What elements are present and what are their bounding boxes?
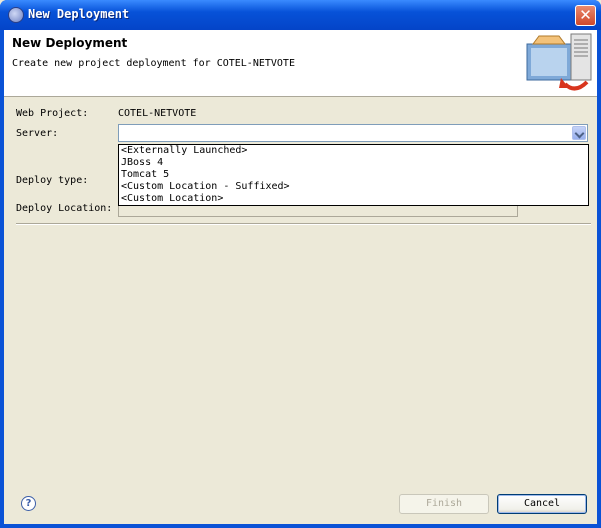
eclipse-icon [8,7,24,23]
close-button[interactable]: ✕ [575,5,596,26]
deploy-location-label: Deploy Location: [16,203,113,214]
server-option[interactable]: <Externally Launched> [119,145,588,157]
cancel-button[interactable]: Cancel [497,494,587,514]
server-dropdown-list: <Externally Launched> JBoss 4 Tomcat 5 <… [118,144,589,206]
server-label: Server: [16,128,59,139]
banner-title: New Deployment [12,36,128,50]
server-option[interactable]: <Custom Location - Suffixed> [119,181,588,193]
finish-button[interactable]: Finish [399,494,489,514]
server-option[interactable]: Tomcat 5 [119,169,588,181]
chevron-down-icon[interactable] [572,126,586,140]
web-project-value: COTEL-NETVOTE [118,108,197,119]
help-icon[interactable]: ? [21,496,36,511]
server-option[interactable]: <Custom Location> [119,193,588,205]
server-option[interactable]: JBoss 4 [119,157,588,169]
deploy-wizard-icon [526,33,592,91]
title-bar[interactable]: New Deployment ✕ [0,0,601,30]
deploy-type-label: Deploy type: [16,175,89,186]
dialog-window: New Deployment ✕ New Deployment Create n… [0,0,601,528]
window-title: New Deployment [28,7,130,21]
separator [16,223,591,225]
banner-description: Create new project deployment for COTEL-… [12,58,295,69]
dialog-client: New Deployment Create new project deploy… [4,30,597,524]
web-project-label: Web Project: [16,108,89,119]
wizard-banner: New Deployment Create new project deploy… [4,30,597,97]
server-combo[interactable] [118,124,588,142]
